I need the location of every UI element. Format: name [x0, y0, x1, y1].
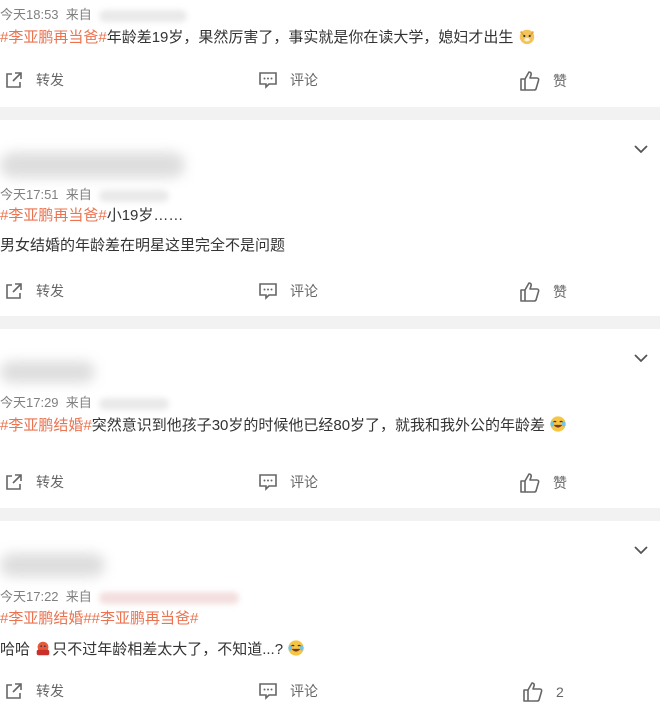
like-button[interactable]: 2	[522, 681, 564, 703]
post-body: 小19岁……	[106, 207, 184, 224]
divider	[0, 107, 660, 120]
repost-label: 转发	[36, 683, 64, 699]
action-bar: 转发 评论 赞	[0, 281, 660, 305]
post-text: #李亚鹏结婚#突然意识到他孩子30岁的时候他已经80岁了，就我和我外公的年龄差	[0, 415, 567, 436]
avatar-name-blur	[0, 152, 185, 178]
topic-tag[interactable]: #李亚鹏再当爸#	[0, 207, 107, 224]
post-body: 年龄差19岁，果然厉害了，事实就是你在读大学，媳妇才出生	[106, 29, 514, 46]
like-button[interactable]: 赞	[519, 70, 567, 92]
like-button[interactable]: 赞	[519, 472, 567, 494]
comment-label: 评论	[290, 474, 318, 490]
post-time: 今天17:51	[0, 187, 59, 202]
post-text: #李亚鹏再当爸#年龄差19岁，果然厉害了，事实就是你在读大学，媳妇才出生	[0, 27, 536, 48]
post-time: 今天17:22	[0, 589, 59, 604]
post-card: 今天17:51 来自 #李亚鹏再当爸#小19岁…… 男女结婚的年龄差在明星这里完…	[0, 120, 660, 316]
source-blur	[99, 9, 188, 22]
comment-button[interactable]: 评论	[258, 70, 318, 90]
laugh-cry-icon	[550, 416, 566, 432]
like-label: 赞	[553, 475, 567, 491]
post-text: 男女结婚的年龄差在明星这里完全不是问题	[0, 236, 285, 256]
comment-label: 评论	[290, 72, 318, 88]
post-meta: 今天17:51 来自	[0, 184, 170, 203]
topic-tag[interactable]: #李亚鹏再当爸#	[0, 29, 107, 46]
post-card: 今天18:53 来自 #李亚鹏再当爸#年龄差19岁，果然厉害了，事实就是你在读大…	[0, 0, 660, 107]
repost-icon	[6, 72, 22, 88]
like-label: 赞	[553, 284, 567, 300]
comment-button[interactable]: 评论	[258, 681, 318, 701]
post-meta: 今天17:29 来自	[0, 392, 170, 411]
post-source-label: 来自	[65, 187, 92, 202]
comment-icon	[259, 683, 277, 700]
thumbs-up-icon	[520, 282, 540, 302]
source-blur	[99, 189, 170, 202]
topic-tag[interactable]: #李亚鹏结婚#	[0, 417, 92, 434]
red-envelope-face-icon	[36, 641, 50, 656]
repost-button[interactable]: 转发	[4, 472, 64, 492]
post-card: 今天17:22 来自 #李亚鹏结婚##李亚鹏再当爸# 哈哈 只不过年龄相差太大了…	[0, 521, 660, 715]
thumbs-up-icon	[523, 682, 543, 702]
post-card: 今天17:29 来自 #李亚鹏结婚#突然意识到他孩子30岁的时候他已经80岁了，…	[0, 329, 660, 508]
action-bar: 转发 评论 赞	[0, 472, 660, 496]
like-count: 2	[556, 684, 564, 700]
divider	[0, 316, 660, 329]
repost-icon	[6, 683, 22, 699]
post-text: #李亚鹏再当爸#小19岁……	[0, 206, 183, 226]
post-source-label: 来自	[65, 589, 92, 604]
repost-label: 转发	[36, 474, 64, 490]
comment-icon	[259, 72, 277, 89]
post-time: 今天18:53	[0, 7, 59, 22]
post-meta: 今天18:53 来自	[0, 4, 188, 23]
chevron-down-icon[interactable]	[634, 142, 648, 156]
topic-tag[interactable]: #李亚鹏结婚##李亚鹏再当爸#	[0, 610, 198, 627]
post-source-label: 来自	[65, 7, 92, 22]
repost-button[interactable]: 转发	[4, 681, 64, 701]
repost-label: 转发	[36, 72, 64, 88]
comment-icon	[259, 474, 277, 491]
repost-icon	[6, 474, 22, 490]
post-body: 只不过年龄相差太大了，不知道...?	[52, 641, 284, 658]
like-button[interactable]: 赞	[519, 281, 567, 303]
comment-label: 评论	[290, 283, 318, 299]
comment-icon	[259, 283, 277, 300]
comment-button[interactable]: 评论	[258, 281, 318, 301]
post-text: #李亚鹏结婚##李亚鹏再当爸#	[0, 609, 198, 629]
repost-icon	[6, 283, 22, 299]
thumbs-up-icon	[520, 473, 540, 493]
repost-label: 转发	[36, 283, 64, 299]
chevron-down-icon[interactable]	[634, 351, 648, 365]
like-label: 赞	[553, 73, 567, 89]
comment-label: 评论	[290, 683, 318, 699]
comment-button[interactable]: 评论	[258, 472, 318, 492]
post-body: 男女结婚的年龄差在明星这里完全不是问题	[0, 237, 286, 254]
chevron-down-icon[interactable]	[634, 543, 648, 557]
divider	[0, 508, 660, 521]
source-blur	[99, 591, 240, 604]
repost-button[interactable]: 转发	[4, 281, 64, 301]
post-meta: 今天17:22 来自	[0, 586, 240, 605]
thumbs-up-icon	[520, 71, 540, 91]
laugh-cry-icon	[288, 640, 304, 656]
post-text: 哈哈 只不过年龄相差太大了，不知道...?	[0, 639, 305, 660]
post-body: 突然意识到他孩子30岁的时候他已经80岁了，就我和我外公的年龄差	[91, 417, 546, 434]
avatar-name-blur	[0, 553, 105, 577]
post-body-prefix: 哈哈	[0, 641, 31, 658]
post-source-label: 来自	[65, 395, 92, 410]
action-bar: 转发 评论 2	[0, 681, 660, 705]
avatar-name-blur	[0, 361, 95, 383]
source-blur	[99, 397, 170, 410]
doge-icon	[519, 29, 534, 45]
action-bar: 转发 评论 赞	[0, 70, 660, 94]
post-time: 今天17:29	[0, 395, 59, 410]
repost-button[interactable]: 转发	[4, 70, 64, 90]
